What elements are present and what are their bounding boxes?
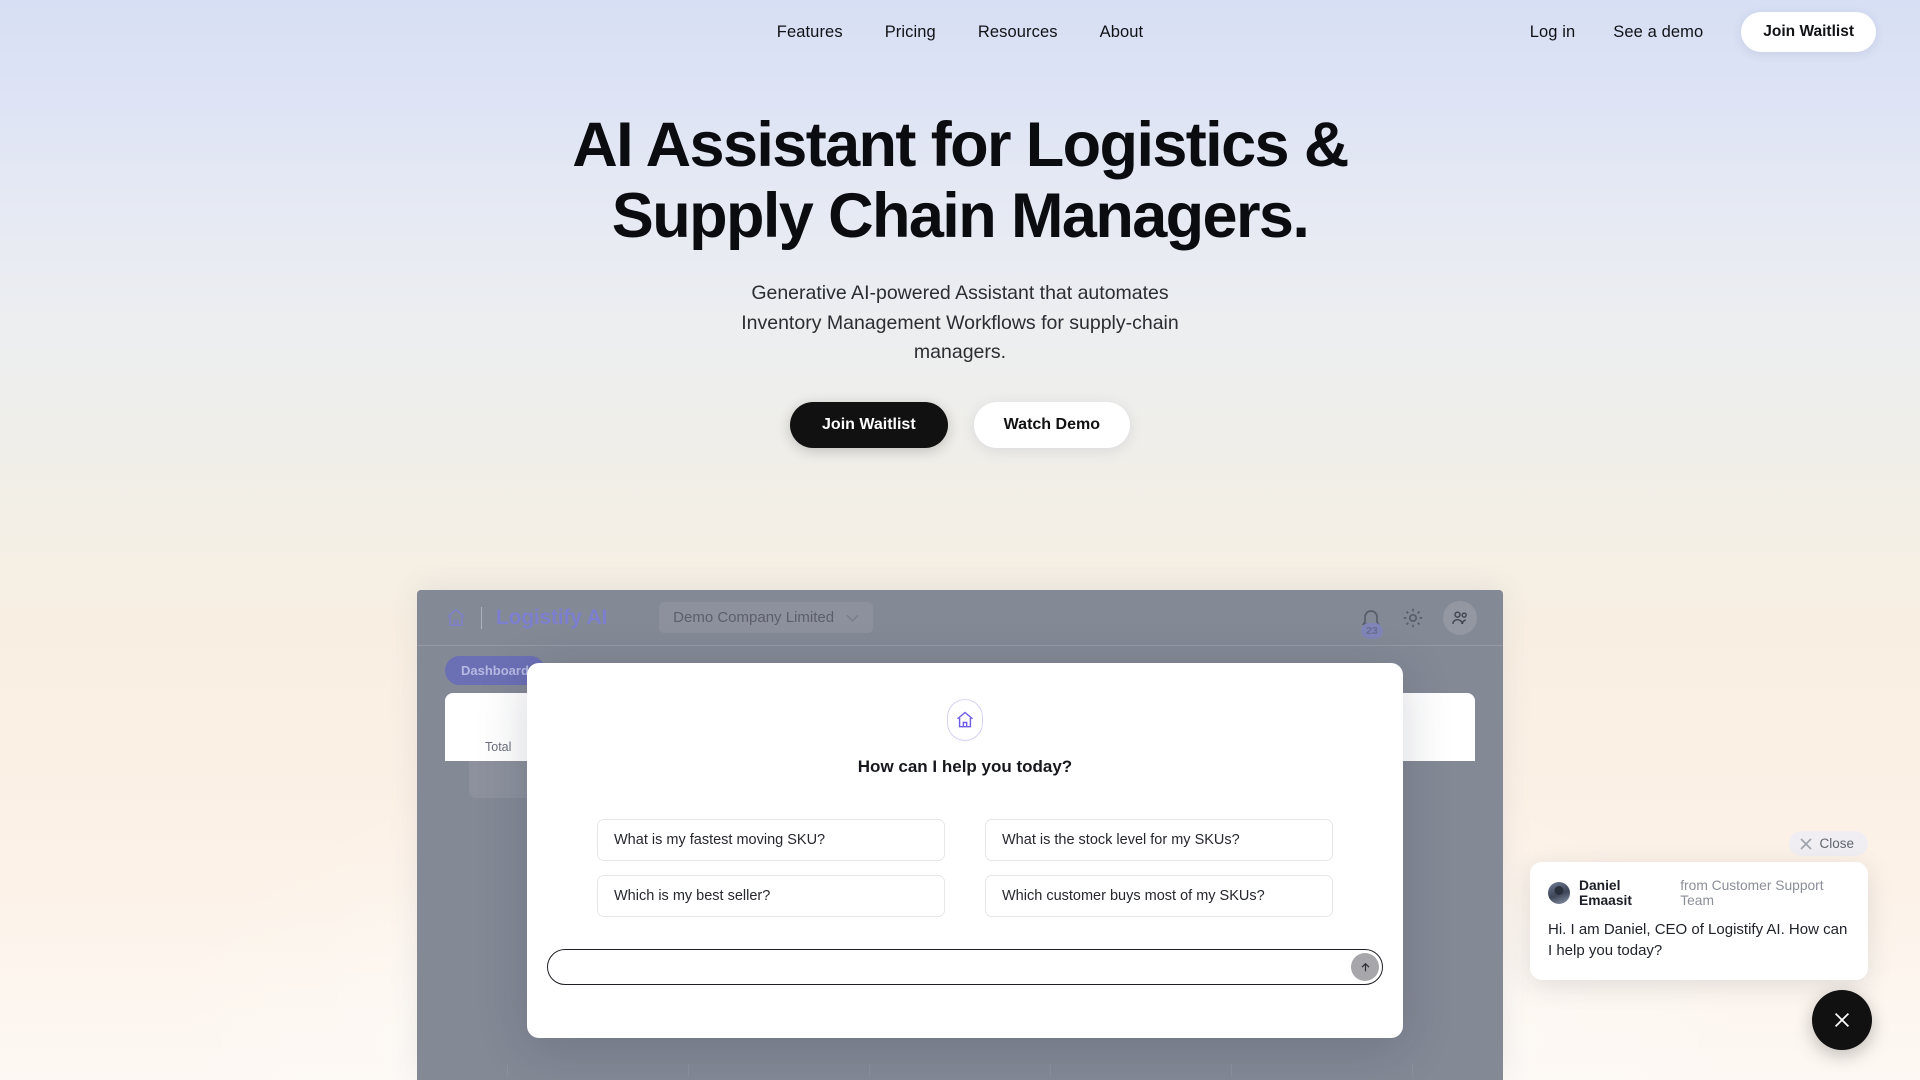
settings-button[interactable] xyxy=(1401,606,1425,630)
home-icon xyxy=(447,608,465,626)
close-icon xyxy=(1800,837,1813,850)
nav-actions: Log in See a demo Join Waitlist xyxy=(1530,12,1876,52)
hero-cta-group: Join Waitlist Watch Demo xyxy=(0,401,1920,448)
nav-links: Features Pricing Resources About xyxy=(777,23,1143,42)
suggestion-chip[interactable]: What is my fastest moving SKU? xyxy=(597,819,945,861)
account-button[interactable] xyxy=(1443,601,1477,635)
notification-badge: 23 xyxy=(1361,623,1383,639)
chat-message-card[interactable]: Daniel Emaasit from Customer Support Tea… xyxy=(1530,862,1868,980)
brand-divider xyxy=(481,606,482,629)
assistant-modal: How can I help you today? What is my fas… xyxy=(527,663,1403,1038)
send-message-button[interactable] xyxy=(1351,953,1379,981)
app-header-icons: 23 xyxy=(1359,590,1477,646)
suggestion-chip[interactable]: Which customer buys most of my SKUs? xyxy=(985,875,1333,917)
hero-heading: AI Assistant for Logistics & Supply Chai… xyxy=(572,110,1349,251)
chat-close-button[interactable]: Close xyxy=(1789,831,1868,856)
top-navigation: Features Pricing Resources About Log in … xyxy=(0,0,1920,64)
app-footer-ticks xyxy=(417,1064,1503,1076)
company-name: Demo Company Limited xyxy=(673,609,835,626)
chat-toggle-button[interactable] xyxy=(1812,990,1872,1050)
chat-message-text: Hi. I am Daniel, CEO of Logistify AI. Ho… xyxy=(1548,921,1848,960)
avatar xyxy=(1548,882,1570,904)
users-icon xyxy=(1452,611,1467,624)
chat-sender: Daniel Emaasit from Customer Support Tea… xyxy=(1548,878,1850,908)
see-demo-link[interactable]: See a demo xyxy=(1613,23,1703,42)
assistant-logo xyxy=(947,699,983,741)
hero-subheading: Generative AI-powered Assistant that aut… xyxy=(741,282,1179,364)
company-selector[interactable]: Demo Company Limited xyxy=(659,602,874,633)
suggestion-grid: What is my fastest moving SKU? What is t… xyxy=(597,819,1333,917)
join-waitlist-nav-button[interactable]: Join Waitlist xyxy=(1741,12,1876,52)
arrow-up-icon xyxy=(1361,962,1369,971)
suggestion-chip[interactable]: Which is my best seller? xyxy=(597,875,945,917)
nav-link-about[interactable]: About xyxy=(1100,23,1144,42)
nav-link-pricing[interactable]: Pricing xyxy=(885,23,936,42)
suggestion-chip[interactable]: What is the stock level for my SKUs? xyxy=(985,819,1333,861)
login-link[interactable]: Log in xyxy=(1530,23,1576,42)
app-brand[interactable]: Logistify AI xyxy=(445,606,607,630)
gear-icon xyxy=(1403,608,1423,628)
home-icon xyxy=(957,711,973,728)
nav-link-resources[interactable]: Resources xyxy=(978,23,1058,42)
app-brand-name: Logistify AI xyxy=(496,605,608,629)
chat-sender-org: from Customer Support Team xyxy=(1680,878,1824,908)
notifications-button[interactable]: 23 xyxy=(1359,606,1383,639)
chat-close-label: Close xyxy=(1819,836,1854,851)
assistant-composer xyxy=(547,949,1383,985)
kpi-label: Total xyxy=(485,740,512,754)
nav-link-features[interactable]: Features xyxy=(777,23,843,42)
close-icon xyxy=(1834,1012,1850,1028)
chevron-down-icon xyxy=(846,614,859,622)
hero-section: AI Assistant for Logistics & Supply Chai… xyxy=(0,110,1920,448)
watch-demo-button[interactable]: Watch Demo xyxy=(973,401,1130,448)
app-header: Logistify AI Demo Company Limited 23 xyxy=(417,590,1503,646)
assistant-title: How can I help you today? xyxy=(857,757,1073,776)
chat-sender-name: Daniel Emaasit xyxy=(1579,878,1632,908)
join-waitlist-hero-button[interactable]: Join Waitlist xyxy=(790,401,948,448)
assistant-input[interactable] xyxy=(566,959,1340,975)
